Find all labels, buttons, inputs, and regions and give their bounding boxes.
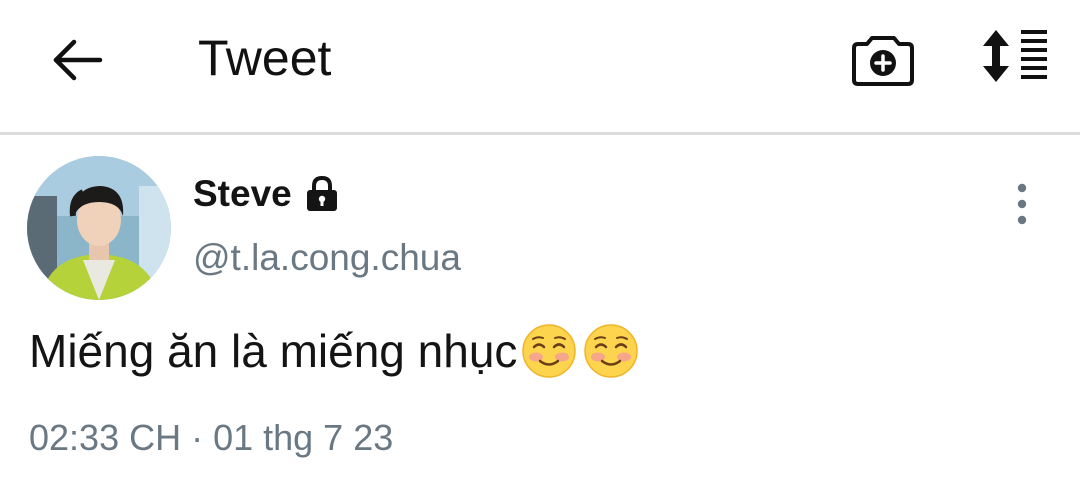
tweet-body: Miếng ăn là miếng nhục	[29, 322, 639, 380]
camera-button[interactable]	[850, 26, 916, 92]
lock-icon	[306, 175, 337, 211]
more-options-button[interactable]	[1006, 182, 1038, 226]
avatar[interactable]	[27, 156, 171, 300]
sort-button[interactable]	[976, 26, 1052, 86]
top-app-bar: Tweet	[0, 0, 1080, 132]
more-vertical-icon	[1017, 183, 1027, 225]
header-divider	[0, 132, 1080, 135]
smiling-face-icon	[584, 324, 639, 378]
tweet-timestamp: 02:33 CH · 01 thg 7 23	[29, 417, 394, 458]
arrow-left-icon	[53, 39, 103, 81]
tweet-text: Miếng ăn là miếng nhục	[29, 325, 518, 377]
page-title: Tweet	[198, 30, 332, 86]
author-row: Steve	[193, 172, 340, 216]
back-button[interactable]	[48, 30, 108, 90]
sort-lines-icon	[983, 30, 1047, 82]
author-handle[interactable]: @t.la.cong.chua	[193, 236, 461, 280]
camera-add-icon	[852, 36, 914, 86]
smiling-face-icon	[522, 324, 577, 378]
avatar-image	[27, 156, 171, 300]
author-name[interactable]: Steve	[193, 172, 292, 216]
